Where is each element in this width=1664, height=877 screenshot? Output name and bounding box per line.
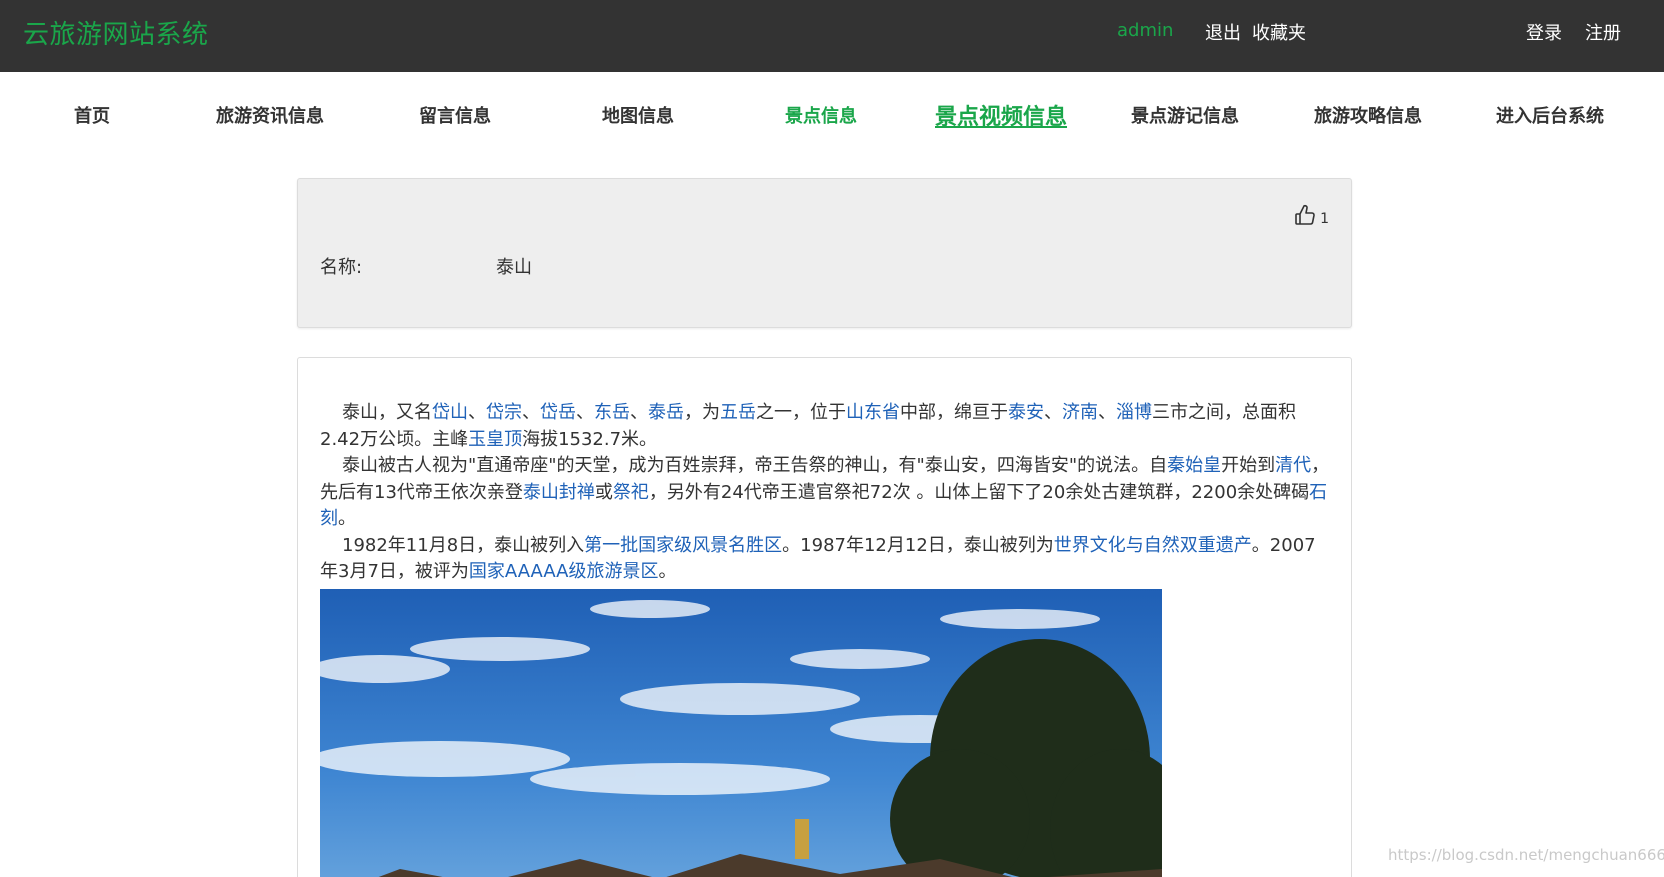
text: 或 xyxy=(594,481,613,503)
text: 开始到 xyxy=(1221,455,1276,476)
like-button[interactable]: 1 xyxy=(1293,203,1329,227)
description-paragraph: 泰山被古人视为"直通帝座"的天堂，成为百姓崇拜，帝王告祭的神山，有"泰山安，四海… xyxy=(320,453,1330,533)
nav-item-admin-backend[interactable]: 进入后台系统 xyxy=(1496,102,1604,128)
link[interactable]: 秦始皇 xyxy=(1167,455,1221,476)
link[interactable]: 泰山封禅 xyxy=(523,482,595,503)
attraction-photo xyxy=(320,589,1162,877)
link[interactable]: 岱岳 xyxy=(540,402,576,423)
nav-item-travel-news[interactable]: 旅游资讯信息 xyxy=(216,102,324,128)
nav-item-travel-guides[interactable]: 旅游攻略信息 xyxy=(1314,102,1422,128)
favorites-link[interactable]: 收藏夹 xyxy=(1252,19,1306,45)
link[interactable]: 岱山 xyxy=(432,402,468,423)
current-user-name: admin xyxy=(1117,20,1174,41)
link[interactable]: 泰岳 xyxy=(648,402,684,423)
watermark: https://blog.csdn.net/mengchuan6666 xyxy=(1388,846,1664,864)
text: 、 xyxy=(630,402,648,423)
link[interactable]: 祭祀 xyxy=(613,482,649,503)
register-link[interactable]: 注册 xyxy=(1585,19,1621,45)
login-link[interactable]: 登录 xyxy=(1526,19,1562,45)
link[interactable]: 玉皇顶 xyxy=(468,429,522,450)
site-title[interactable]: 云旅游网站系统 xyxy=(23,14,209,51)
name-value: 泰山 xyxy=(496,257,532,278)
text: 泰山被古人视为"直通帝座"的天堂，成为百姓崇拜，帝王告祭的神山，有"泰山安，四海… xyxy=(342,455,1168,476)
nav-item-map[interactable]: 地图信息 xyxy=(602,102,674,128)
text: 。 xyxy=(338,508,356,529)
link[interactable]: 五岳 xyxy=(720,402,756,423)
nav-item-travel-notes[interactable]: 景点游记信息 xyxy=(1131,102,1239,128)
text: 。 xyxy=(658,561,677,582)
text: 泰山，又名 xyxy=(342,402,432,423)
nav-item-attractions[interactable]: 景点信息 xyxy=(785,102,857,128)
top-bar: 云旅游网站系统 admin 退出 收藏夹 登录 注册 xyxy=(0,0,1664,72)
link[interactable]: 国家AAAAA级旅游景区 xyxy=(469,561,659,582)
link[interactable]: 淄博 xyxy=(1116,402,1152,423)
attraction-description: 泰山，又名岱山、岱宗、岱岳、东岳、泰岳，为五岳之一，位于山东省中部，绵亘于泰安、… xyxy=(320,400,1330,586)
link[interactable]: 山东省 xyxy=(846,402,900,423)
link[interactable]: 清代 xyxy=(1275,455,1311,476)
text: 。1987年12月12日，泰山被列为 xyxy=(782,534,1054,556)
info-card: 1 名称: 泰山 xyxy=(297,178,1352,328)
nav-item-home[interactable]: 首页 xyxy=(74,102,110,128)
like-count: 1 xyxy=(1320,211,1329,227)
logout-link[interactable]: 退出 xyxy=(1205,19,1241,45)
main-nav: 首页 旅游资讯信息 留言信息 地图信息 景点信息 景点视频信息 景点游记信息 旅… xyxy=(0,72,1664,156)
link[interactable]: 第一批国家级风景名胜区 xyxy=(584,535,782,556)
text: 、 xyxy=(468,402,486,423)
text: 、 xyxy=(1044,402,1062,423)
text: 、 xyxy=(576,402,594,423)
link[interactable]: 泰安 xyxy=(1008,402,1044,423)
text: 中部，绵亘于 xyxy=(900,402,1008,423)
link[interactable]: 岱宗 xyxy=(486,402,522,423)
nav-item-attraction-videos[interactable]: 景点视频信息 xyxy=(935,99,1067,131)
text: 海拔1532.7米。 xyxy=(522,428,658,450)
text: 1982年11月8日，泰山被列入 xyxy=(342,534,585,556)
text: ，为 xyxy=(684,402,720,423)
description-paragraph: 1982年11月8日，泰山被列入第一批国家级风景名胜区。1987年12月12日，… xyxy=(320,533,1330,586)
mountain-landscape-image xyxy=(320,589,1162,877)
link[interactable]: 东岳 xyxy=(594,402,630,423)
link[interactable]: 世界文化与自然双重遗产 xyxy=(1054,535,1252,556)
thumbs-up-icon xyxy=(1295,204,1315,225)
text: ，另外有24代帝王遣官祭祀72次 。山体上留下了20余处古建筑群，2200余处碑… xyxy=(648,481,1310,503)
link[interactable]: 济南 xyxy=(1062,402,1098,423)
text: 、 xyxy=(522,402,540,423)
text: 之一，位于 xyxy=(756,402,846,423)
name-label: 名称: xyxy=(320,257,363,278)
description-paragraph: 泰山，又名岱山、岱宗、岱岳、东岳、泰岳，为五岳之一，位于山东省中部，绵亘于泰安、… xyxy=(320,400,1330,453)
nav-item-messages[interactable]: 留言信息 xyxy=(419,102,491,128)
content-card: 泰山，又名岱山、岱宗、岱岳、东岳、泰岳，为五岳之一，位于山东省中部，绵亘于泰安、… xyxy=(297,357,1352,877)
text: 、 xyxy=(1098,402,1116,423)
